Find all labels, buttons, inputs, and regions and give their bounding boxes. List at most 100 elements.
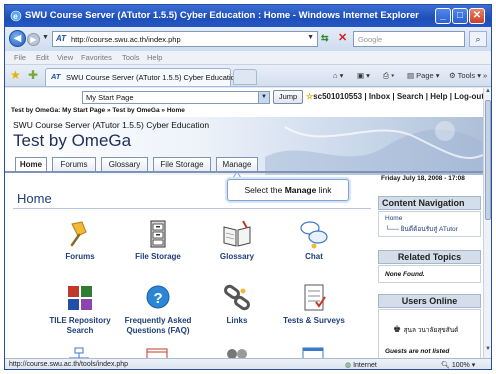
faq-question-icon: ? [146,285,170,309]
page-content: My Start Page ▼ Jump ☆sc501010553 | Inbo… [5,88,483,358]
tile-repository-icon [68,286,92,310]
jump-select[interactable]: My Start Page ▼ [82,91,270,104]
menu-tools[interactable]: Tools [122,53,140,62]
zoom-control[interactable]: 🔍︎ 100% ▾ [441,361,475,369]
tab-manage[interactable]: Manage [216,157,258,171]
menu-view[interactable]: View [57,53,73,62]
user-hat-icon: ♚ [393,324,404,334]
minimize-button[interactable]: _ [435,8,451,24]
maximize-button[interactable]: □ [452,8,468,24]
file-cabinet-icon [150,220,166,248]
scroll-thumb[interactable] [485,100,491,220]
date-time: Friday July 18, 2008 - 17:08 [381,175,465,182]
tab-glossary[interactable]: Glossary [101,157,148,171]
browser-window: e SWU Course Server (ATutor 1.5.5) Cyber… [4,4,492,370]
menu-help[interactable]: Help [147,53,162,62]
toolbar-more-chevron[interactable]: » [483,71,487,80]
calendar-icon [146,348,168,358]
add-favorites-icon[interactable]: ✚ [28,68,38,82]
address-toolbar: ◀ ▶ ▼ AT http://course.swu.ac.th/index.p… [5,27,491,51]
menu-file[interactable]: File [14,53,26,62]
username-link[interactable]: sc501010553 [313,92,362,101]
search-button[interactable]: ⌕ [469,31,487,47]
tools-menu-label: Tools [457,71,476,80]
tab-forums[interactable]: Forums [52,157,96,171]
menu-bar: File Edit View Favorites Tools Help [5,51,491,65]
menu-edit[interactable]: Edit [36,53,49,62]
screenshot-frame: e SWU Course Server (ATutor 1.5.5) Cyber… [0,0,496,374]
related-topics-body: None Found. [378,265,481,283]
security-zone-label: Internet [353,362,377,369]
glossary-book-icon [223,220,251,247]
ie-logo-icon: e [10,10,22,22]
tool-tile-repository[interactable]: TILE Repository Search [41,282,119,338]
new-tab-button[interactable] [233,69,257,85]
search-input[interactable]: Google [353,31,465,47]
content-navigation-body: Home └── ยินดีต้อนรับสู่ ATutor [378,211,481,237]
refresh-icon[interactable]: ⇆ [321,33,329,44]
tools-menu[interactable]: ⚙ Tools ▾ [449,71,481,80]
vertical-scrollbar[interactable]: ▲ ▼ [483,88,491,358]
tab-file-storage[interactable]: File Storage [153,157,211,171]
related-topics-empty: None Found. [385,271,425,278]
tab-home[interactable]: Home [15,157,47,171]
online-user[interactable]: ♚ สุนล วนาลัยสุขสันต์ [393,324,458,335]
tool-tests-surveys[interactable]: Tests & Surveys [275,282,353,338]
callout-text: Select the Manage link [244,185,332,195]
history-dropdown-icon[interactable]: ▼ [42,34,49,41]
people-icon [227,349,247,358]
stop-icon[interactable]: ✕ [338,31,347,44]
nav-welcome-link[interactable]: └── ยินดีต้อนรับสู่ ATutor [385,224,458,234]
tool-glossary[interactable]: Glossary [198,218,276,274]
chevron-down-icon[interactable]: ▼ [258,92,269,103]
title-bar: e SWU Course Server (ATutor 1.5.5) Cyber… [5,5,491,27]
tool-label: Links [226,316,248,325]
scroll-down-icon[interactable]: ▼ [484,346,491,356]
content-navigation-heading: Content Navigation [378,196,481,210]
page-menu[interactable]: ▤ Page ▾ [407,71,440,80]
tool-chat[interactable]: Chat [275,218,353,274]
tool-label: Forums [65,252,95,261]
jump-button[interactable]: Jump [273,90,303,104]
tool-file-storage[interactable]: File Storage [119,218,197,274]
back-button[interactable]: ◀ [9,30,26,47]
search-placeholder: Google [358,35,383,44]
menu-favorites[interactable]: Favorites [81,53,112,62]
nav-home-link[interactable]: Home [385,215,402,222]
forum-pin-icon [70,221,87,247]
search-icon: ⌕ [475,34,481,44]
breadcrumb[interactable]: Test by OmeGa: My Start Page » Test by O… [11,107,185,114]
network-icon [69,347,89,358]
tab-bar: ★ ✚ AT SWU Course Server (ATutor 1.5.5) … [5,65,491,87]
browser-tab-active[interactable]: AT SWU Course Server (ATutor 1.5.5) Cybe… [45,68,251,86]
users-online-heading: Users Online [378,294,481,308]
tool-faq[interactable]: ? Frequently Asked Questions (FAQ) [119,282,197,338]
nav-welcome-label: ยินดีต้อนรับสู่ ATutor [400,226,458,233]
favorites-star-icon[interactable]: ★ [10,68,21,82]
tool-forums[interactable]: Forums [41,218,119,274]
guests-note: Guests are not listed [385,348,450,355]
forward-button[interactable]: ▶ [27,33,40,46]
svg-text:?: ? [154,290,163,307]
chat-bubbles-icon [300,221,328,249]
home-icon[interactable]: ⌂ ▾ [333,71,343,80]
zoom-level: 100% [451,362,470,369]
tab-favicon-icon: AT [51,72,61,81]
feeds-icon[interactable]: ▣ ▾ [357,71,370,80]
callout-bold: Manage [284,185,317,195]
address-url: http://course.swu.ac.th/index.php [71,35,181,44]
tool-links[interactable]: Links [198,282,276,338]
account-links[interactable]: | Inbox | Search | Help | Log-out [364,92,483,101]
close-button[interactable]: ✕ [469,8,485,24]
address-input[interactable]: AT http://course.swu.ac.th/index.php ▼ [52,31,318,47]
tool-label: File Storage [135,252,181,261]
address-dropdown-icon[interactable]: ▼ [307,34,314,41]
tool-label: Tests & Surveys [283,316,345,325]
tests-checklist-icon [304,284,326,311]
scroll-up-icon[interactable]: ▲ [484,88,491,98]
zoom-icon: 🔍︎ [441,362,452,369]
tool-label: Glossary [219,252,255,261]
tool-label: Chat [305,252,323,261]
print-icon[interactable]: ⎙ ▾ [383,71,394,81]
tools-gear-icon: ⚙ [449,71,458,80]
